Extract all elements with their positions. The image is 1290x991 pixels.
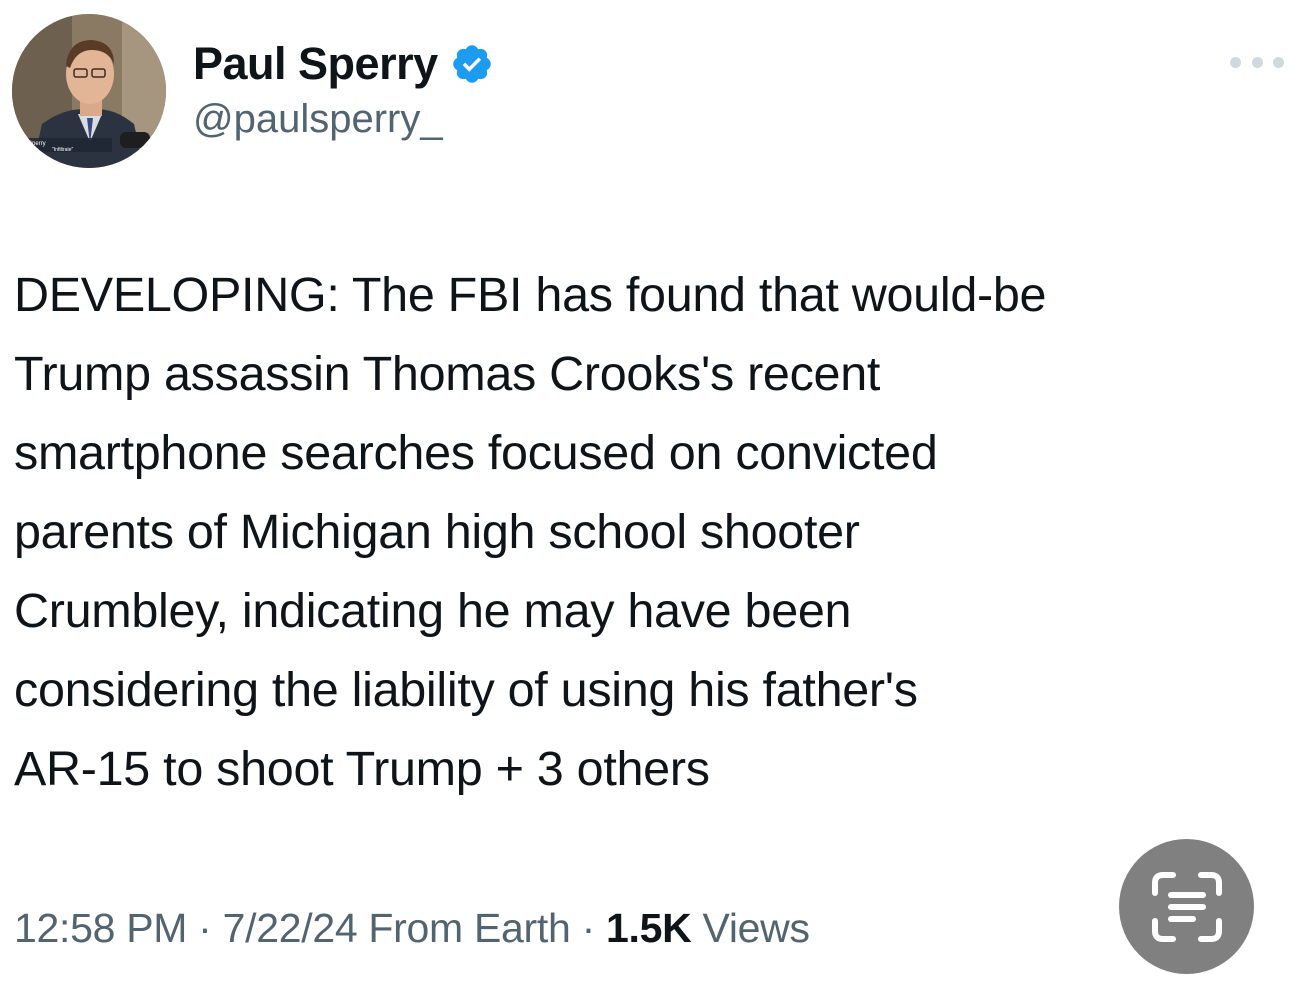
tweet-time[interactable]: 12:58 PM (14, 905, 187, 951)
author-handle[interactable]: @paulsperry_ (193, 94, 494, 144)
more-dots-icon (1251, 56, 1263, 68)
more-options-button[interactable] (1230, 52, 1284, 72)
tweet-date[interactable]: 7/22/24 (223, 905, 358, 951)
tweet-text-line: parents of Michigan high school shooter (14, 505, 860, 559)
tweet-text-line: AR-15 to shoot Trump + 3 others (14, 742, 710, 796)
author-block: Paul Sperry @paulsperry_ (193, 36, 494, 144)
live-text-button[interactable] (1119, 839, 1254, 974)
more-dots-icon (1230, 56, 1241, 68)
tweet-text-line: Trump assassin Thomas Crooks's recent (14, 347, 881, 401)
meta-separator: · (570, 905, 607, 951)
tweet-meta: 12:58 PM · 7/22/24 From Earth · 1.5K Vie… (14, 898, 810, 958)
meta-separator: · (187, 905, 223, 951)
live-text-scan-icon (1151, 871, 1222, 942)
more-dots-icon (1273, 56, 1284, 68)
tweet-source: From Earth (357, 905, 571, 951)
avatar[interactable]: Sperry "Infiltrate" (12, 14, 166, 168)
tweet-card: Sperry "Infiltrate" Paul Sperry @paulspe… (0, 0, 1290, 991)
tweet-text-line: Crumbley, indicating he may have been (14, 584, 852, 638)
author-display-name[interactable]: Paul Sperry (193, 36, 438, 92)
verified-badge-icon[interactable] (450, 42, 494, 86)
views-label: Views (691, 905, 810, 951)
avatar-photo: Sperry "Infiltrate" (12, 14, 166, 168)
avatar-caption-bottom: "Infiltrate" (52, 147, 74, 153)
tweet-text-line: smartphone searches focused on convicted (14, 426, 938, 480)
author-name-row: Paul Sperry (193, 36, 494, 92)
views-count[interactable]: 1.5K (606, 905, 692, 951)
tweet-text: DEVELOPING: The FBI has found that would… (14, 256, 1274, 809)
tweet-text-line: DEVELOPING: The FBI has found that would… (14, 268, 1047, 322)
tweet-text-line: considering the liability of using his f… (14, 663, 918, 717)
avatar-caption-top: Sperry (28, 141, 46, 147)
